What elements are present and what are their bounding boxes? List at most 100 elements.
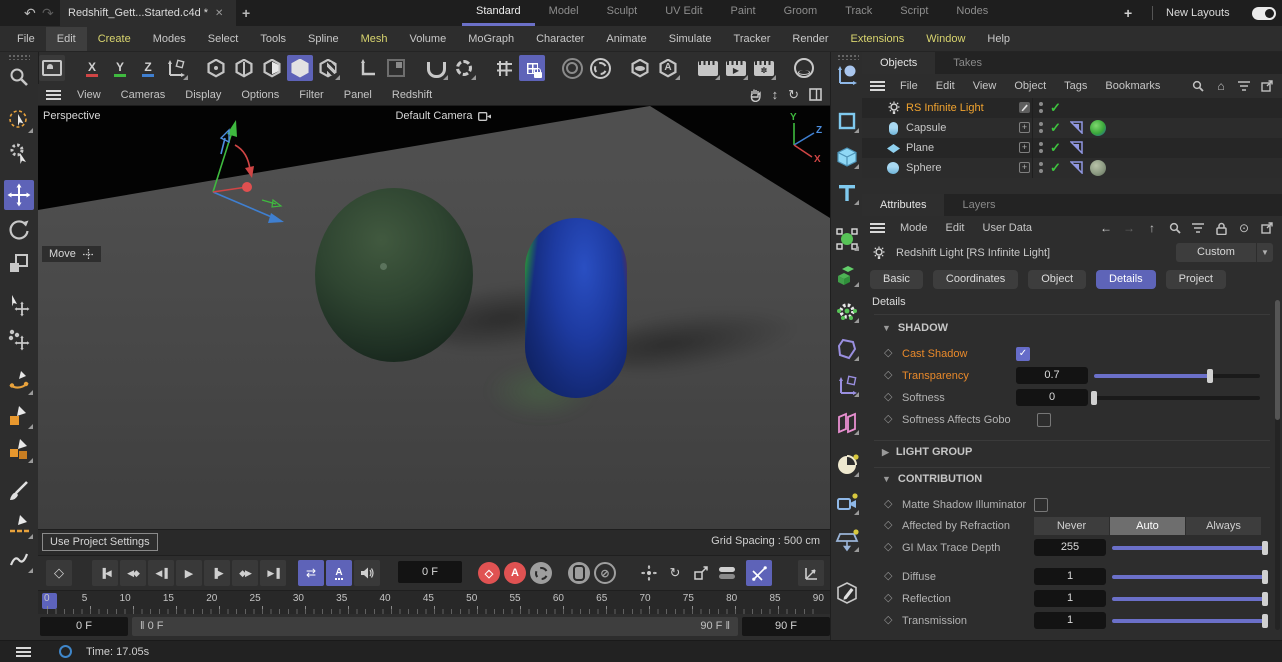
polygons-mode-icon[interactable] — [259, 55, 285, 81]
key-rotation-button[interactable]: ↻ — [662, 560, 688, 586]
preset-dropdown[interactable]: Custom — [1176, 243, 1256, 262]
layout-tab[interactable]: Model — [535, 0, 593, 26]
use-project-settings-button[interactable]: Use Project Settings — [42, 533, 158, 551]
menu-item[interactable]: Mesh — [350, 27, 399, 51]
objects-menu-item[interactable]: View — [964, 74, 1006, 98]
axis-y-button[interactable]: Y — [107, 55, 133, 81]
timeline-ruler[interactable]: 051015202530354045505560657075808590 — [38, 590, 830, 614]
sketch-spline-icon[interactable] — [4, 400, 34, 430]
view-label[interactable]: Perspective — [43, 110, 100, 122]
object-row-light[interactable]: RS Infinite Light ✓ — [862, 98, 1282, 118]
loop-mode-button[interactable]: ⇄ — [298, 560, 324, 586]
render-view-icon[interactable] — [695, 55, 721, 81]
softness-field[interactable]: 0 — [1016, 389, 1088, 406]
orbit-icon[interactable]: ↻ — [788, 87, 799, 103]
menu-item[interactable]: Spline — [297, 27, 350, 51]
grid-snap-lock-icon[interactable] — [519, 55, 545, 81]
transmission-field[interactable]: 1 — [1034, 612, 1106, 629]
autokey-record-button[interactable]: A — [504, 562, 526, 584]
edges-mode-icon[interactable] — [231, 55, 257, 81]
layout-tab[interactable]: Standard — [462, 0, 535, 26]
sound-button[interactable] — [354, 560, 380, 586]
diffuse-field[interactable]: 1 — [1034, 568, 1106, 585]
refraction-auto-button[interactable]: Auto — [1110, 517, 1185, 535]
autokey-ruler-button[interactable]: A — [326, 560, 352, 586]
generator-gear-icon[interactable] — [834, 298, 860, 324]
filter-icon[interactable] — [1191, 221, 1205, 235]
snap-settings-gear-icon[interactable] — [451, 55, 477, 81]
world-coordinates-icon[interactable] — [355, 55, 381, 81]
key-parameter-button[interactable] — [714, 560, 740, 586]
floor-environment-icon[interactable] — [834, 527, 860, 553]
light-object-icon[interactable] — [834, 452, 860, 478]
key-diamond-icon[interactable]: ◇ — [884, 591, 892, 604]
keyframe-diamond-button[interactable]: ◇ — [46, 560, 72, 586]
visibility-dots-icon[interactable] — [1039, 122, 1043, 126]
workplane-icon[interactable] — [383, 55, 409, 81]
menu-item[interactable]: Modes — [142, 27, 197, 51]
filter-icon[interactable] — [1237, 79, 1251, 93]
scale-tool-icon[interactable] — [4, 248, 34, 278]
eye-visibility-hex-icon[interactable] — [627, 55, 653, 81]
object-name[interactable]: Plane — [906, 138, 934, 158]
material-swatch[interactable] — [1090, 160, 1106, 176]
layout-tab[interactable]: Script — [886, 0, 942, 26]
refraction-always-button[interactable]: Always — [1186, 517, 1261, 535]
objects-menu-item[interactable]: Bookmarks — [1096, 74, 1169, 98]
grid-icon[interactable] — [491, 55, 517, 81]
menu-item[interactable]: Edit — [46, 27, 87, 51]
material-manager-icon[interactable] — [791, 55, 817, 81]
fcurve-editor-button[interactable] — [798, 560, 824, 586]
lock-icon[interactable] — [1214, 221, 1228, 235]
redo-icon[interactable]: ↷ — [42, 0, 54, 26]
objects-menu-item[interactable]: File — [891, 74, 927, 98]
viewport-canvas[interactable]: Y Z X Perspective Default Camera Move Us… — [38, 106, 830, 555]
attributes-menu-item[interactable]: Edit — [937, 216, 974, 240]
menu-item[interactable]: Render — [781, 27, 839, 51]
transmission-slider[interactable] — [1112, 610, 1265, 632]
phong-tag-icon[interactable] — [1070, 121, 1083, 134]
object-name[interactable]: RS Infinite Light — [906, 98, 984, 118]
current-frame-field[interactable]: 0 F — [398, 561, 462, 583]
prev-key-button[interactable]: ◀◆ — [120, 560, 146, 586]
attributes-hamburger-icon[interactable] — [870, 222, 885, 234]
objects-menu-item[interactable]: Tags — [1055, 74, 1096, 98]
range-bar-end-label[interactable]: 90 F ‖ — [700, 617, 730, 636]
expand-plus-icon[interactable]: + — [1019, 142, 1030, 153]
spline-pen-icon[interactable] — [4, 366, 34, 396]
menu-item[interactable]: Tracker — [723, 27, 782, 51]
undo-icon[interactable]: ↶ — [24, 0, 36, 26]
object-row-sphere[interactable]: Sphere + ✓ — [862, 158, 1282, 178]
layer-pencil-icon[interactable] — [1019, 102, 1030, 113]
multi-move-icon[interactable] — [4, 324, 34, 354]
edit-material-pencil-icon[interactable] — [834, 580, 860, 606]
reflection-field[interactable]: 1 — [1034, 590, 1106, 607]
cube-primitive-icon[interactable] — [834, 144, 860, 170]
enabled-check-icon[interactable]: ✓ — [1050, 98, 1061, 118]
viewport-menu-item[interactable]: Redshift — [382, 84, 442, 106]
capsule-object[interactable] — [525, 218, 627, 398]
play-button[interactable]: ▶ — [176, 560, 202, 586]
objects-menu-item[interactable]: Object — [1005, 74, 1055, 98]
expand-plus-icon[interactable]: + — [1019, 162, 1030, 173]
enabled-check-icon[interactable]: ✓ — [1050, 118, 1061, 138]
points-mode-icon[interactable] — [203, 55, 229, 81]
layout-tab[interactable]: Nodes — [942, 0, 1002, 26]
key-diamond-icon[interactable]: ◇ — [884, 613, 892, 626]
layout-tab[interactable]: UV Edit — [651, 0, 716, 26]
rotate-tool-icon[interactable] — [4, 214, 34, 244]
document-tab[interactable]: Redshift_Gett...Started.c4d * ✕ — [60, 0, 236, 26]
attributes-menu-item[interactable]: Mode — [891, 216, 937, 240]
key-diamond-icon[interactable]: ◇ — [884, 569, 892, 582]
toggle-views-icon[interactable] — [809, 88, 822, 101]
section-tab[interactable]: Basic — [870, 270, 923, 289]
object-name[interactable]: Capsule — [906, 118, 946, 138]
menu-item[interactable]: Extensions — [839, 27, 915, 51]
menu-item[interactable]: Volume — [399, 27, 458, 51]
deformer-bend-icon[interactable] — [834, 336, 860, 362]
viewport-menu-item[interactable]: View — [67, 84, 111, 106]
menu-item[interactable]: Select — [197, 27, 250, 51]
objects-menu-item[interactable]: Edit — [927, 74, 964, 98]
viewport-hamburger-icon[interactable] — [46, 89, 61, 101]
section-tab[interactable]: Coordinates — [933, 270, 1018, 289]
